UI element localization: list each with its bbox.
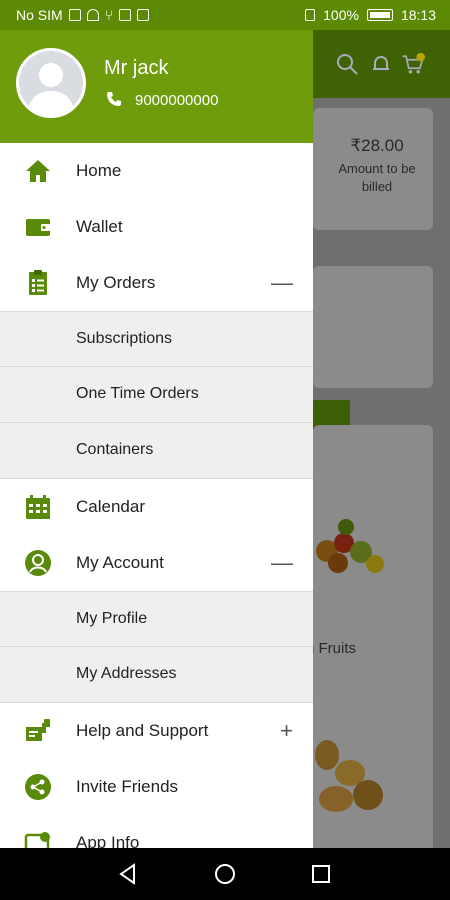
submenu-item-containers[interactable]: Containers bbox=[0, 423, 313, 479]
menu-item-wallet[interactable]: Wallet bbox=[0, 199, 313, 255]
app-header bbox=[313, 30, 450, 98]
drawer-header: Mr jack 9000000000 bbox=[0, 30, 313, 143]
carrier-text: No SIM bbox=[16, 7, 63, 23]
calendar-icon bbox=[26, 495, 50, 519]
menu-label-calendar: Calendar bbox=[76, 497, 145, 516]
battery-icon bbox=[366, 9, 393, 21]
battery-percent: 100% bbox=[323, 7, 359, 23]
submenu-label: My Profile bbox=[76, 610, 148, 627]
menu-item-home[interactable]: Home bbox=[0, 143, 313, 199]
menu-label-my-account: My Account bbox=[76, 553, 164, 572]
info-card bbox=[313, 266, 433, 388]
cart-icon[interactable] bbox=[401, 52, 425, 76]
back-icon[interactable] bbox=[116, 862, 140, 886]
amount-caption: Amount to be billed bbox=[338, 161, 416, 194]
menu-item-my-account[interactable]: My Account — bbox=[0, 535, 313, 591]
wifi-icon bbox=[86, 9, 99, 21]
image-icon bbox=[137, 9, 150, 21]
category-label: n Fruits bbox=[306, 640, 357, 657]
system-nav-bar bbox=[0, 848, 450, 900]
menu-label-wallet: Wallet bbox=[76, 217, 123, 236]
status-bar: No SIM ⑂ 100% 18:13 bbox=[0, 0, 450, 30]
user-name: Mr jack bbox=[104, 57, 169, 79]
navigation-drawer: Mr jack 9000000000 Home Wallet My Orders… bbox=[0, 30, 313, 848]
menu-item-help-support[interactable]: Help and Support + bbox=[0, 703, 313, 759]
collapse-icon[interactable]: — bbox=[271, 272, 293, 294]
fruits-image bbox=[316, 515, 388, 585]
wallet-icon bbox=[26, 219, 50, 236]
account-icon bbox=[25, 550, 51, 576]
menu-item-invite-friends[interactable]: Invite Friends bbox=[0, 759, 313, 815]
submenu-item-my-profile[interactable]: My Profile bbox=[0, 591, 313, 647]
collapse-icon[interactable]: — bbox=[271, 552, 293, 574]
menu-item-app-info[interactable]: App Info bbox=[0, 815, 313, 848]
orders-icon bbox=[29, 270, 47, 295]
usb-icon: ⑂ bbox=[104, 7, 114, 23]
expand-icon[interactable]: + bbox=[280, 720, 293, 742]
phone-icon bbox=[107, 92, 121, 106]
menu-item-my-orders[interactable]: My Orders — bbox=[0, 255, 313, 311]
nuts-image bbox=[313, 720, 393, 830]
submenu-label: One Time Orders bbox=[76, 385, 199, 402]
submenu-item-subscriptions[interactable]: Subscriptions bbox=[0, 311, 313, 367]
menu-label-invite-friends: Invite Friends bbox=[76, 777, 179, 796]
avatar[interactable] bbox=[16, 48, 86, 118]
drawer-menu: Home Wallet My Orders — Subscriptions On… bbox=[0, 143, 313, 848]
submenu-item-my-addresses[interactable]: My Addresses bbox=[0, 647, 313, 703]
menu-item-calendar[interactable]: Calendar bbox=[0, 479, 313, 535]
menu-label-app-info: App Info bbox=[76, 833, 140, 848]
menu-label-home: Home bbox=[76, 161, 122, 180]
sim-icon bbox=[68, 9, 81, 21]
home-icon bbox=[26, 160, 50, 182]
submenu-item-one-time-orders[interactable]: One Time Orders bbox=[0, 367, 313, 423]
search-icon[interactable] bbox=[335, 52, 359, 76]
menu-label-my-orders: My Orders bbox=[76, 273, 156, 292]
home-button-icon[interactable] bbox=[213, 862, 237, 886]
recents-icon[interactable] bbox=[309, 862, 333, 886]
mail-icon bbox=[119, 9, 132, 21]
support-icon bbox=[26, 719, 50, 741]
user-phone: 9000000000 bbox=[135, 92, 219, 109]
submenu-label: Subscriptions bbox=[76, 330, 173, 347]
user-placeholder-icon bbox=[19, 51, 83, 115]
amount-value: ₹28.00 bbox=[350, 136, 404, 155]
bell-icon[interactable] bbox=[369, 52, 393, 76]
submenu-label: Containers bbox=[76, 441, 154, 458]
vibrate-icon bbox=[305, 9, 316, 21]
menu-label-help-support: Help and Support bbox=[76, 721, 209, 740]
submenu-label: My Addresses bbox=[76, 665, 177, 682]
info-icon bbox=[24, 832, 50, 848]
clock: 18:13 bbox=[400, 7, 436, 23]
share-icon bbox=[25, 774, 51, 800]
